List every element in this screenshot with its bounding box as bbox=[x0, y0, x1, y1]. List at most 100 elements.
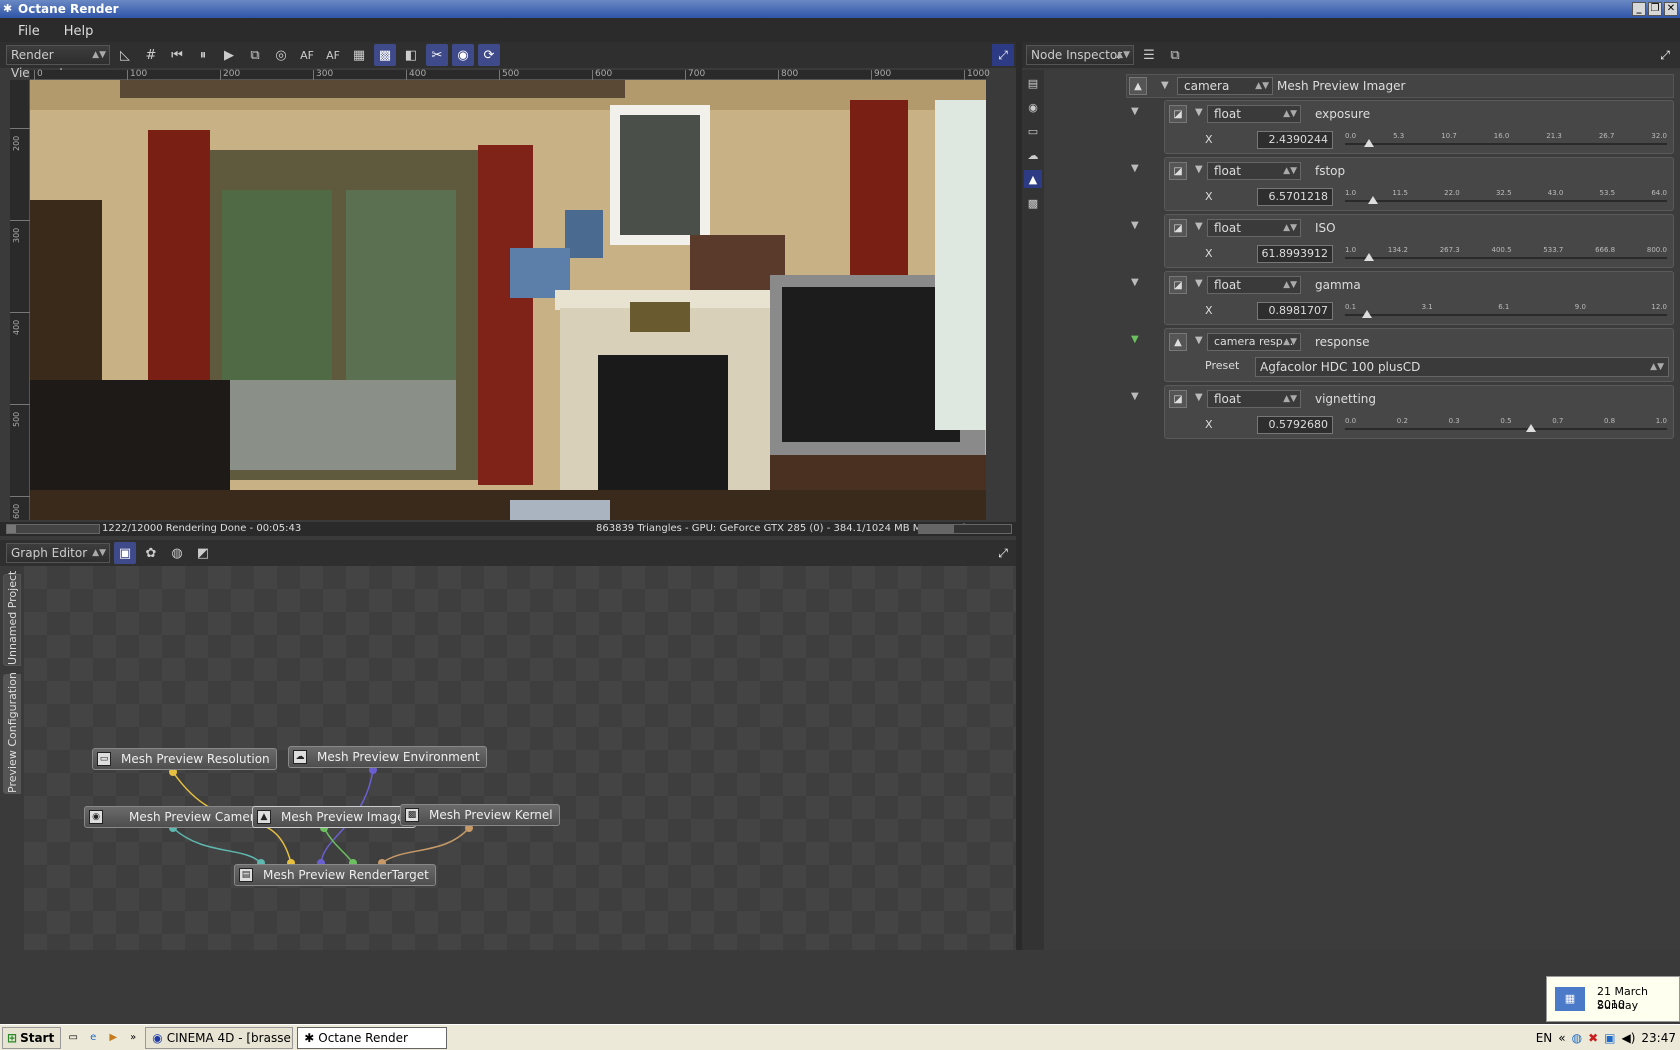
param-type-select[interactable]: float ▲▼ bbox=[1207, 105, 1301, 123]
collapse-arrow-icon[interactable]: ▼ bbox=[1131, 277, 1139, 288]
recenter-icon[interactable]: ◎ bbox=[270, 44, 292, 66]
node-mesh-preview-kernel[interactable]: ▩ Mesh Preview Kernel bbox=[400, 804, 560, 826]
inspector-maximize-icon[interactable]: ⤢ bbox=[1654, 44, 1676, 66]
param-slider[interactable]: 1.0 134.2 267.3 400.5 533.7 666.8 800.0 bbox=[1345, 245, 1667, 265]
tab-preview-configuration[interactable]: Preview Configuration bbox=[3, 672, 21, 794]
resolution-shortcut-icon[interactable]: ▭ bbox=[1024, 122, 1042, 140]
expand-arrow-icon[interactable]: ▼ bbox=[1195, 278, 1203, 289]
environment-shortcut-icon[interactable]: ☁ bbox=[1024, 146, 1042, 164]
minimize-button[interactable]: _ bbox=[1632, 2, 1646, 16]
task-cinema4d[interactable]: ◉CINEMA 4D - [brasser 1.... bbox=[145, 1026, 294, 1049]
task-octane[interactable]: ✱ Octane Render bbox=[297, 1026, 448, 1049]
graph-canvas[interactable]: ▭ Mesh Preview Resolution ☁ Mesh Preview E… bbox=[24, 566, 1016, 950]
param-value-input[interactable]: 61.8993912 bbox=[1257, 245, 1333, 263]
restore-button[interactable]: ❐ bbox=[1648, 2, 1662, 16]
copy-icon[interactable]: ⧉ bbox=[244, 44, 266, 66]
graph-maximize-icon[interactable]: ⤢ bbox=[992, 542, 1014, 564]
play-icon[interactable]: ▶ bbox=[218, 44, 240, 66]
graph-mode-select[interactable]: Graph Editor ▲▼ bbox=[6, 543, 110, 563]
tray-expand-icon[interactable]: « bbox=[1558, 1031, 1565, 1045]
refresh-icon[interactable]: ⟳ bbox=[478, 44, 500, 66]
param-slider[interactable]: 0.0 0.2 0.3 0.5 0.7 0.8 1.0 bbox=[1345, 416, 1667, 436]
autofocus-icon[interactable]: AF bbox=[296, 44, 318, 66]
language-indicator[interactable]: EN bbox=[1536, 1031, 1553, 1045]
expand-all-icon[interactable]: ⧉ bbox=[1164, 44, 1186, 66]
param-value-input[interactable]: 0.8981707 bbox=[1257, 302, 1333, 320]
expand-arrow-icon[interactable]: ▼ bbox=[1195, 164, 1203, 175]
restart-icon[interactable]: ⏮ bbox=[166, 44, 188, 66]
node-mesh-preview-imager[interactable]: ▲ Mesh Preview Imager bbox=[252, 806, 417, 828]
expand-arrow-icon[interactable]: ▼ bbox=[1195, 107, 1203, 118]
node-mesh-preview-environment[interactable]: ☁ Mesh Preview Environment bbox=[288, 746, 487, 768]
pick-focus-icon[interactable]: ◺ bbox=[114, 44, 136, 66]
slider-thumb[interactable] bbox=[1364, 253, 1375, 261]
collapse-arrow-icon[interactable]: ▼ bbox=[1131, 391, 1139, 402]
menu-help[interactable]: Help bbox=[52, 24, 106, 39]
world-icon[interactable]: ◉ bbox=[452, 44, 474, 66]
autofocus-pick-icon[interactable]: AF bbox=[322, 44, 344, 66]
menu-file[interactable]: File bbox=[6, 24, 52, 39]
viewport-maximize-icon[interactable]: ⤢ bbox=[992, 44, 1014, 66]
param-slider[interactable]: 0.1 3.1 6.1 9.0 12.0 bbox=[1345, 302, 1667, 322]
expand-arrow-icon[interactable]: ▼ bbox=[1195, 392, 1203, 403]
texture-icon[interactable]: ◩ bbox=[192, 542, 214, 564]
param-slider[interactable]: 1.0 11.5 22.0 32.5 43.0 53.5 64.0 bbox=[1345, 188, 1667, 208]
camera-shortcut-icon[interactable]: ◉ bbox=[1024, 98, 1042, 116]
collapse-arrow-icon[interactable]: ▼ bbox=[1131, 220, 1139, 231]
expand-arrow-icon[interactable]: ▼ bbox=[1195, 221, 1203, 232]
network-icon[interactable]: ◍ bbox=[1572, 1031, 1582, 1045]
checker-icon[interactable]: ▩ bbox=[374, 44, 396, 66]
node-mesh-preview-resolution[interactable]: ▭ Mesh Preview Resolution bbox=[92, 748, 277, 770]
clock-time[interactable]: 23:47 bbox=[1641, 1031, 1676, 1045]
scene-icon[interactable]: ◍ bbox=[166, 542, 188, 564]
pause-icon[interactable]: ⏸ bbox=[192, 44, 214, 66]
ruler-tick: 400 bbox=[12, 319, 21, 335]
param-type-select[interactable]: float ▲▼ bbox=[1207, 162, 1301, 180]
param-slider[interactable]: 0.0 5.3 10.7 16.0 21.3 26.7 32.0 bbox=[1345, 131, 1667, 151]
rendertarget-shortcut-icon[interactable]: ▤ bbox=[1024, 74, 1042, 92]
slider-thumb[interactable] bbox=[1361, 310, 1372, 318]
param-value-input[interactable]: 6.5701218 bbox=[1257, 188, 1333, 206]
render-image[interactable] bbox=[30, 80, 986, 520]
start-button[interactable]: ⊞ Start bbox=[2, 1026, 62, 1049]
collapse-arrow-icon[interactable]: ▼ bbox=[1161, 80, 1169, 91]
param-value-input[interactable]: 2.4390244 bbox=[1257, 131, 1333, 149]
float-icon: ◪ bbox=[1169, 162, 1187, 180]
overflow-icon[interactable]: » bbox=[125, 1030, 141, 1046]
root-type-select[interactable]: camera ▲▼ bbox=[1177, 77, 1273, 95]
param-value-input[interactable]: 0.5792680 bbox=[1257, 416, 1333, 434]
param-type-select[interactable]: float ▲▼ bbox=[1207, 390, 1301, 408]
collapse-arrow-icon[interactable]: ▼ bbox=[1131, 163, 1139, 174]
monitor-icon[interactable]: ▣ bbox=[1604, 1031, 1615, 1045]
collapse-all-icon[interactable]: ☰ bbox=[1138, 44, 1160, 66]
node-add-icon[interactable]: ▣ bbox=[114, 542, 136, 564]
collapse-arrow-icon[interactable]: ▼ bbox=[1131, 106, 1139, 117]
node-mesh-preview-rendertarget[interactable]: ▤ Mesh Preview RenderTarget bbox=[234, 864, 436, 886]
node-mesh-preview-camera[interactable]: ◉ Mesh Preview Camera bbox=[84, 806, 272, 828]
material-icon[interactable]: ✿ bbox=[140, 542, 162, 564]
grid-icon[interactable]: # bbox=[140, 44, 162, 66]
collapse-arrow-icon[interactable]: ▼ bbox=[1131, 334, 1139, 345]
preset-select[interactable]: Agfacolor HDC 100 plusCD ▲▼ bbox=[1255, 357, 1669, 377]
imager-shortcut-icon[interactable]: ▲ bbox=[1024, 170, 1042, 188]
close-button[interactable]: ✕ bbox=[1664, 2, 1678, 16]
param-type-select[interactable]: float ▲▼ bbox=[1207, 219, 1301, 237]
param-type-select[interactable]: float ▲▼ bbox=[1207, 276, 1301, 294]
viewport-mode-select[interactable]: Render Viewport▲▼ bbox=[6, 45, 110, 80]
checker-small-icon[interactable]: ▦ bbox=[348, 44, 370, 66]
region-icon[interactable]: ✂ bbox=[426, 44, 448, 66]
show-desktop-icon[interactable]: ▭ bbox=[65, 1030, 81, 1046]
kernel-shortcut-icon[interactable]: ▩ bbox=[1024, 194, 1042, 212]
browser-icon[interactable]: e bbox=[85, 1030, 101, 1046]
slider-thumb[interactable] bbox=[1526, 424, 1537, 432]
tab-unnamed-project[interactable]: Unnamed Project bbox=[3, 571, 21, 666]
expand-arrow-icon[interactable]: ▼ bbox=[1195, 335, 1203, 346]
alpha-icon[interactable]: ◧ bbox=[400, 44, 422, 66]
media-icon[interactable]: ▶ bbox=[105, 1030, 121, 1046]
inspector-mode-select[interactable]: Node Inspector ▲▼ bbox=[1026, 45, 1134, 65]
param-type-select[interactable]: camera resp... ▲▼ bbox=[1207, 333, 1301, 351]
security-icon[interactable]: ✖ bbox=[1588, 1031, 1598, 1045]
volume-icon[interactable]: ◀) bbox=[1621, 1031, 1635, 1045]
slider-thumb[interactable] bbox=[1364, 139, 1375, 147]
slider-thumb[interactable] bbox=[1368, 196, 1379, 204]
